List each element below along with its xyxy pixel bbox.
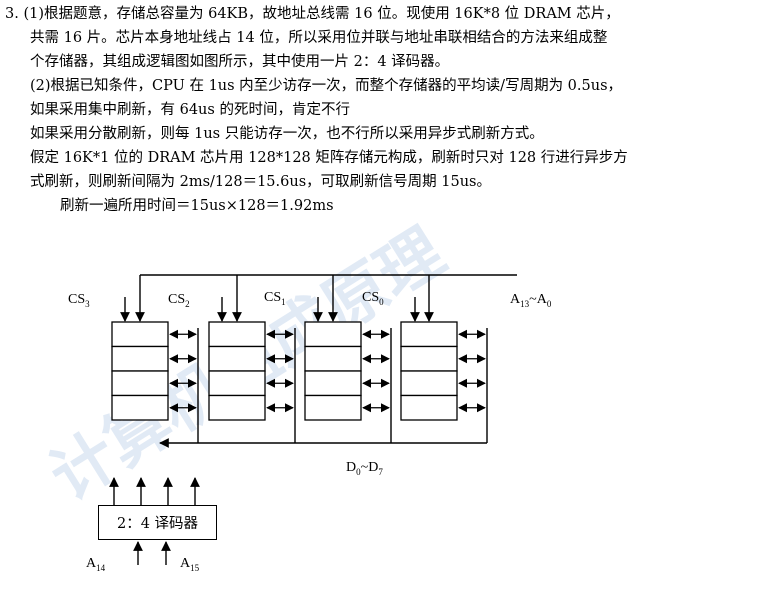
chip-group-1	[208, 321, 294, 421]
dram-chip	[304, 370, 362, 397]
cs0-label: CS0	[362, 290, 384, 307]
dram-chip	[304, 394, 362, 421]
dram-chip	[208, 394, 266, 421]
cs1-label: CS1	[264, 290, 286, 307]
data-bus-label: D0~D7	[346, 460, 383, 477]
dram-chip	[111, 370, 169, 397]
chip-group-2	[304, 321, 390, 421]
dram-chip	[304, 321, 362, 348]
dram-chip	[208, 370, 266, 397]
dram-chip	[400, 345, 458, 372]
decoder-2-to-4: 2：4 译码器	[98, 505, 217, 540]
chip-group-0	[111, 321, 197, 421]
decoder-label: 2：4 译码器	[116, 516, 199, 532]
dram-chip	[111, 394, 169, 421]
dram-chip	[111, 321, 169, 348]
cs2-label: CS2	[168, 292, 190, 309]
cs3-label: CS3	[68, 292, 90, 309]
decoder-input-a14: A14	[86, 556, 106, 573]
address-bus-label: A13~A0	[510, 292, 552, 309]
dram-chip	[400, 321, 458, 348]
dram-chip	[111, 345, 169, 372]
dram-chip	[208, 321, 266, 348]
dram-chip	[304, 345, 362, 372]
dram-chip	[400, 394, 458, 421]
dram-chip	[400, 370, 458, 397]
dram-chip-groups	[111, 321, 486, 421]
dram-chip	[208, 345, 266, 372]
chip-group-3	[400, 321, 486, 421]
decoder-input-a15: A15	[180, 556, 200, 573]
